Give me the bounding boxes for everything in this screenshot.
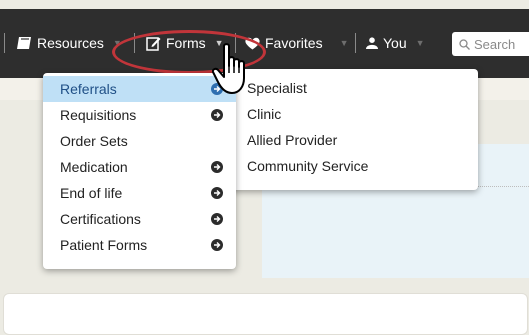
arrow-right-circle-icon (211, 187, 223, 199)
submenu-item-community-service[interactable]: Community Service (231, 153, 478, 179)
menu-item-medication[interactable]: Medication (43, 154, 236, 180)
referrals-submenu: Specialist Clinic Allied Provider Commun… (231, 69, 478, 190)
menu-item-label: Order Sets (60, 133, 128, 149)
dotted-divider (470, 186, 529, 187)
arrow-right-circle-icon (211, 161, 223, 173)
nav-separator (355, 33, 356, 53)
nav-forms-label: Forms (166, 35, 206, 51)
chevron-down-icon: ▼ (415, 38, 425, 48)
menu-item-label: End of life (60, 185, 123, 201)
top-navbar: Resources ▼ Forms ▼ Favorites ▼ You ▼ Se… (0, 9, 529, 78)
nav-resources-label: Resources (37, 35, 104, 51)
submenu-item-allied-provider[interactable]: Allied Provider (231, 127, 478, 153)
menu-item-patient-forms[interactable]: Patient Forms (43, 232, 236, 258)
arrow-right-circle-icon (211, 109, 223, 121)
resources-book-icon (16, 36, 32, 50)
submenu-item-label: Clinic (247, 106, 282, 122)
menu-item-label: Medication (60, 159, 128, 175)
nav-favorites[interactable]: Favorites ▼ (245, 32, 349, 54)
submenu-item-specialist[interactable]: Specialist (231, 75, 478, 101)
nav-you[interactable]: You ▼ (366, 32, 425, 54)
search-input[interactable]: Search (452, 32, 529, 56)
submenu-item-clinic[interactable]: Clinic (231, 101, 478, 127)
menu-item-label: Patient Forms (60, 237, 148, 253)
user-icon (366, 37, 378, 49)
menu-item-requisitions[interactable]: Requisitions (43, 102, 236, 128)
nav-resources[interactable]: Resources ▼ (16, 32, 122, 54)
forms-dropdown-menu: Referrals Requisitions Order Sets Medica… (43, 73, 236, 269)
menu-item-certifications[interactable]: Certifications (43, 206, 236, 232)
arrow-right-circle-icon (211, 239, 223, 251)
menu-item-label: Referrals (60, 81, 117, 97)
menu-item-order-sets[interactable]: Order Sets (43, 128, 236, 154)
nav-separator (134, 33, 135, 53)
submenu-item-label: Allied Provider (247, 132, 338, 148)
chevron-down-icon: ▼ (339, 38, 349, 48)
submenu-item-label: Community Service (247, 158, 369, 174)
nav-you-label: You (383, 35, 407, 51)
forms-edit-icon (146, 36, 161, 51)
chevron-down-icon: ▼ (112, 38, 122, 48)
hand-pointer-cursor-icon (211, 42, 256, 98)
nav-favorites-label: Favorites (265, 35, 323, 51)
arrow-right-circle-icon (211, 213, 223, 225)
search-icon (459, 38, 470, 50)
nav-separator (4, 33, 5, 53)
menu-item-label: Requisitions (60, 107, 137, 123)
content-card (3, 293, 528, 335)
menu-item-referrals[interactable]: Referrals (43, 76, 236, 102)
search-placeholder: Search (474, 36, 516, 52)
menu-item-label: Certifications (60, 211, 141, 227)
menu-item-end-of-life[interactable]: End of life (43, 180, 236, 206)
